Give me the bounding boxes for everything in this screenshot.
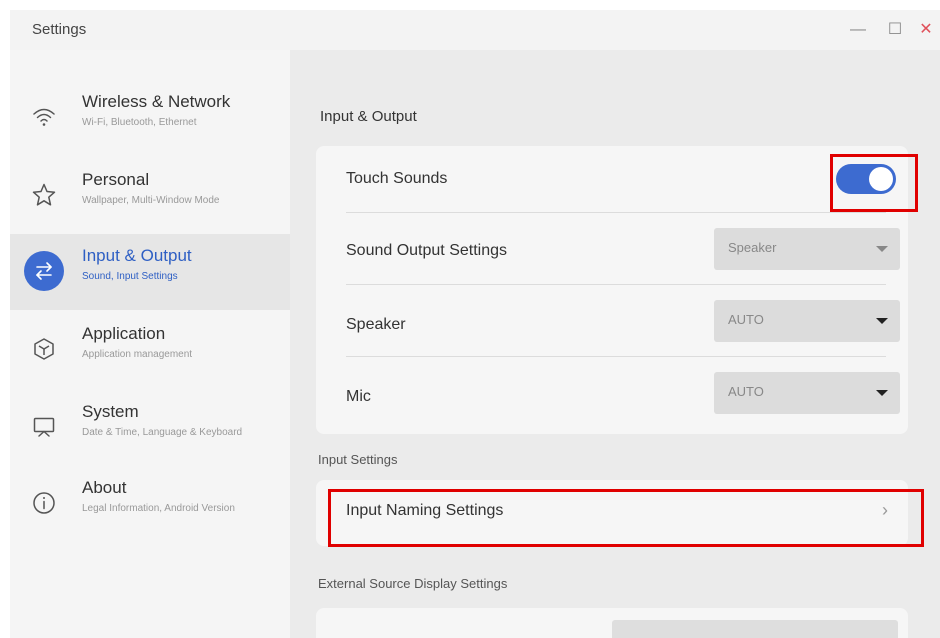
star-icon: [24, 175, 64, 215]
maximize-button[interactable]: ☐: [885, 20, 905, 40]
external-source-card: [316, 608, 908, 638]
divider: [346, 356, 886, 357]
touch-sounds-row: Touch Sounds: [346, 146, 886, 218]
sidebar-item-label: Personal: [82, 170, 150, 189]
window-title: Settings: [32, 21, 87, 38]
sound-output-dropdown[interactable]: Speaker: [714, 228, 900, 270]
sidebar-item-sublabel: Application management: [82, 349, 193, 360]
sidebar-item-label: About: [82, 478, 127, 497]
caret-down-icon: [876, 246, 888, 252]
speaker-label: Speaker: [346, 316, 406, 333]
wifi-icon: [24, 97, 64, 137]
sidebar-item-personal[interactable]: Personal Wallpaper, Multi-Window Mode: [10, 158, 290, 234]
highlight-box: [830, 154, 918, 212]
sidebar-item-wireless-network[interactable]: Wireless & Network Wi-Fi, Bluetooth, Eth…: [10, 80, 290, 156]
input-output-card: Touch Sounds Sound Output Settings Speak…: [316, 146, 918, 434]
dropdown-value: Speaker: [728, 240, 777, 255]
swap-arrows-icon: [24, 251, 64, 291]
touch-sounds-label: Touch Sounds: [346, 170, 448, 187]
sidebar-item-sublabel: Legal Information, Android Version: [82, 503, 235, 514]
sidebar-item-sublabel: Wi-Fi, Bluetooth, Ethernet: [82, 117, 197, 128]
dropdown-value: AUTO: [728, 384, 764, 399]
speaker-dropdown[interactable]: AUTO: [714, 300, 900, 342]
caret-down-icon: [876, 318, 888, 324]
sound-output-label: Sound Output Settings: [346, 242, 507, 259]
sidebar-item-label: System: [82, 402, 139, 421]
sidebar: Wireless & Network Wi-Fi, Bluetooth, Eth…: [10, 50, 290, 638]
dropdown-value: AUTO: [728, 312, 764, 327]
sidebar-item-label: Wireless & Network: [82, 92, 231, 111]
external-source-dropdown[interactable]: [612, 620, 898, 638]
title-bar: Settings — ☐ ✕: [10, 10, 940, 50]
external-source-heading: External Source Display Settings: [318, 576, 508, 591]
sidebar-item-application[interactable]: Application Application management: [10, 312, 290, 388]
caret-down-icon: [876, 390, 888, 396]
mic-label: Mic: [346, 388, 371, 405]
sidebar-item-sublabel: Date & Time, Language & Keyboard: [82, 427, 243, 438]
monitor-icon: [24, 407, 64, 447]
sidebar-item-system[interactable]: System Date & Time, Language & Keyboard: [10, 390, 290, 466]
highlight-box: [328, 489, 924, 547]
sidebar-item-sublabel: Sound, Input Settings: [82, 271, 178, 282]
sidebar-item-label: Input & Output: [82, 246, 192, 265]
divider: [346, 212, 886, 213]
hexagon-icon: [24, 329, 64, 369]
sidebar-item-input-output[interactable]: Input & Output Sound, Input Settings: [10, 234, 290, 310]
sidebar-item-sublabel: Wallpaper, Multi-Window Mode: [82, 195, 220, 206]
input-settings-heading: Input Settings: [318, 452, 398, 467]
settings-window: Settings — ☐ ✕ Wireless & Network Wi-Fi,…: [10, 10, 940, 638]
sidebar-item-label: Application: [82, 324, 166, 343]
info-icon: [24, 483, 64, 523]
sidebar-item-about[interactable]: About Legal Information, Android Version: [10, 466, 290, 542]
main-content: Input & Output Touch Sounds Sound Output…: [290, 50, 940, 638]
page-title: Input & Output: [320, 108, 417, 125]
close-button[interactable]: ✕: [916, 20, 936, 40]
mic-dropdown[interactable]: AUTO: [714, 372, 900, 414]
minimize-button[interactable]: —: [848, 20, 868, 40]
divider: [346, 284, 886, 285]
